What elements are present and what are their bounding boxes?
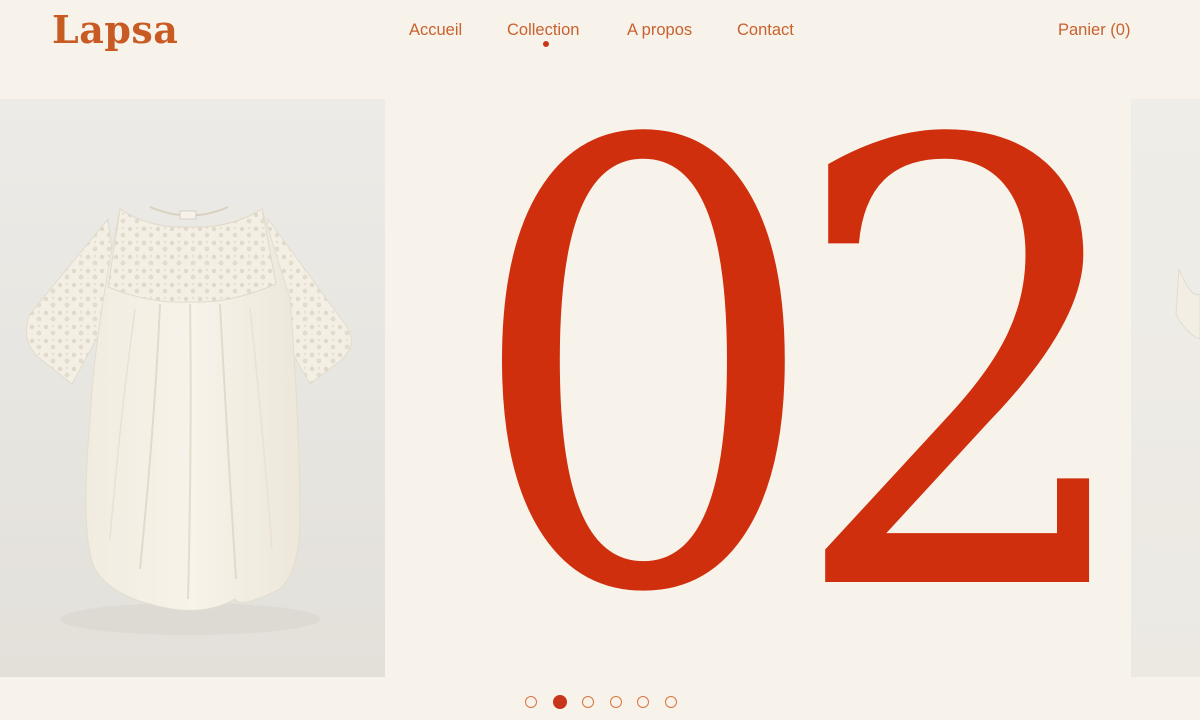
- next-slide-preview[interactable]: [1131, 99, 1200, 677]
- nav-item-accueil[interactable]: Accueil: [409, 19, 462, 41]
- slide-number-panel: 02: [385, 99, 1131, 677]
- active-nav-indicator: [543, 41, 549, 47]
- nav-item-collection[interactable]: Collection: [507, 19, 579, 41]
- next-dress-illustration: [1175, 268, 1200, 340]
- slide-number: 02: [465, 99, 1131, 677]
- cart-link[interactable]: Panier (0): [1058, 19, 1130, 41]
- pagination-dot-6[interactable]: [665, 696, 677, 708]
- nav-item-a-propos[interactable]: A propos: [627, 19, 692, 41]
- pagination-dot-2[interactable]: [553, 695, 567, 709]
- nav-item-contact[interactable]: Contact: [737, 19, 794, 41]
- pagination-dot-5[interactable]: [637, 696, 649, 708]
- product-photo[interactable]: [0, 99, 385, 677]
- main-navigation: Accueil Collection A propos Contact Pani…: [0, 19, 1200, 43]
- page: Lapsa Accueil Collection A propos Contac…: [0, 0, 1200, 720]
- baby-dress-illustration: [25, 206, 352, 635]
- pagination-dot-1[interactable]: [525, 696, 537, 708]
- pagination-dot-4[interactable]: [610, 696, 622, 708]
- pagination-dot-3[interactable]: [582, 696, 594, 708]
